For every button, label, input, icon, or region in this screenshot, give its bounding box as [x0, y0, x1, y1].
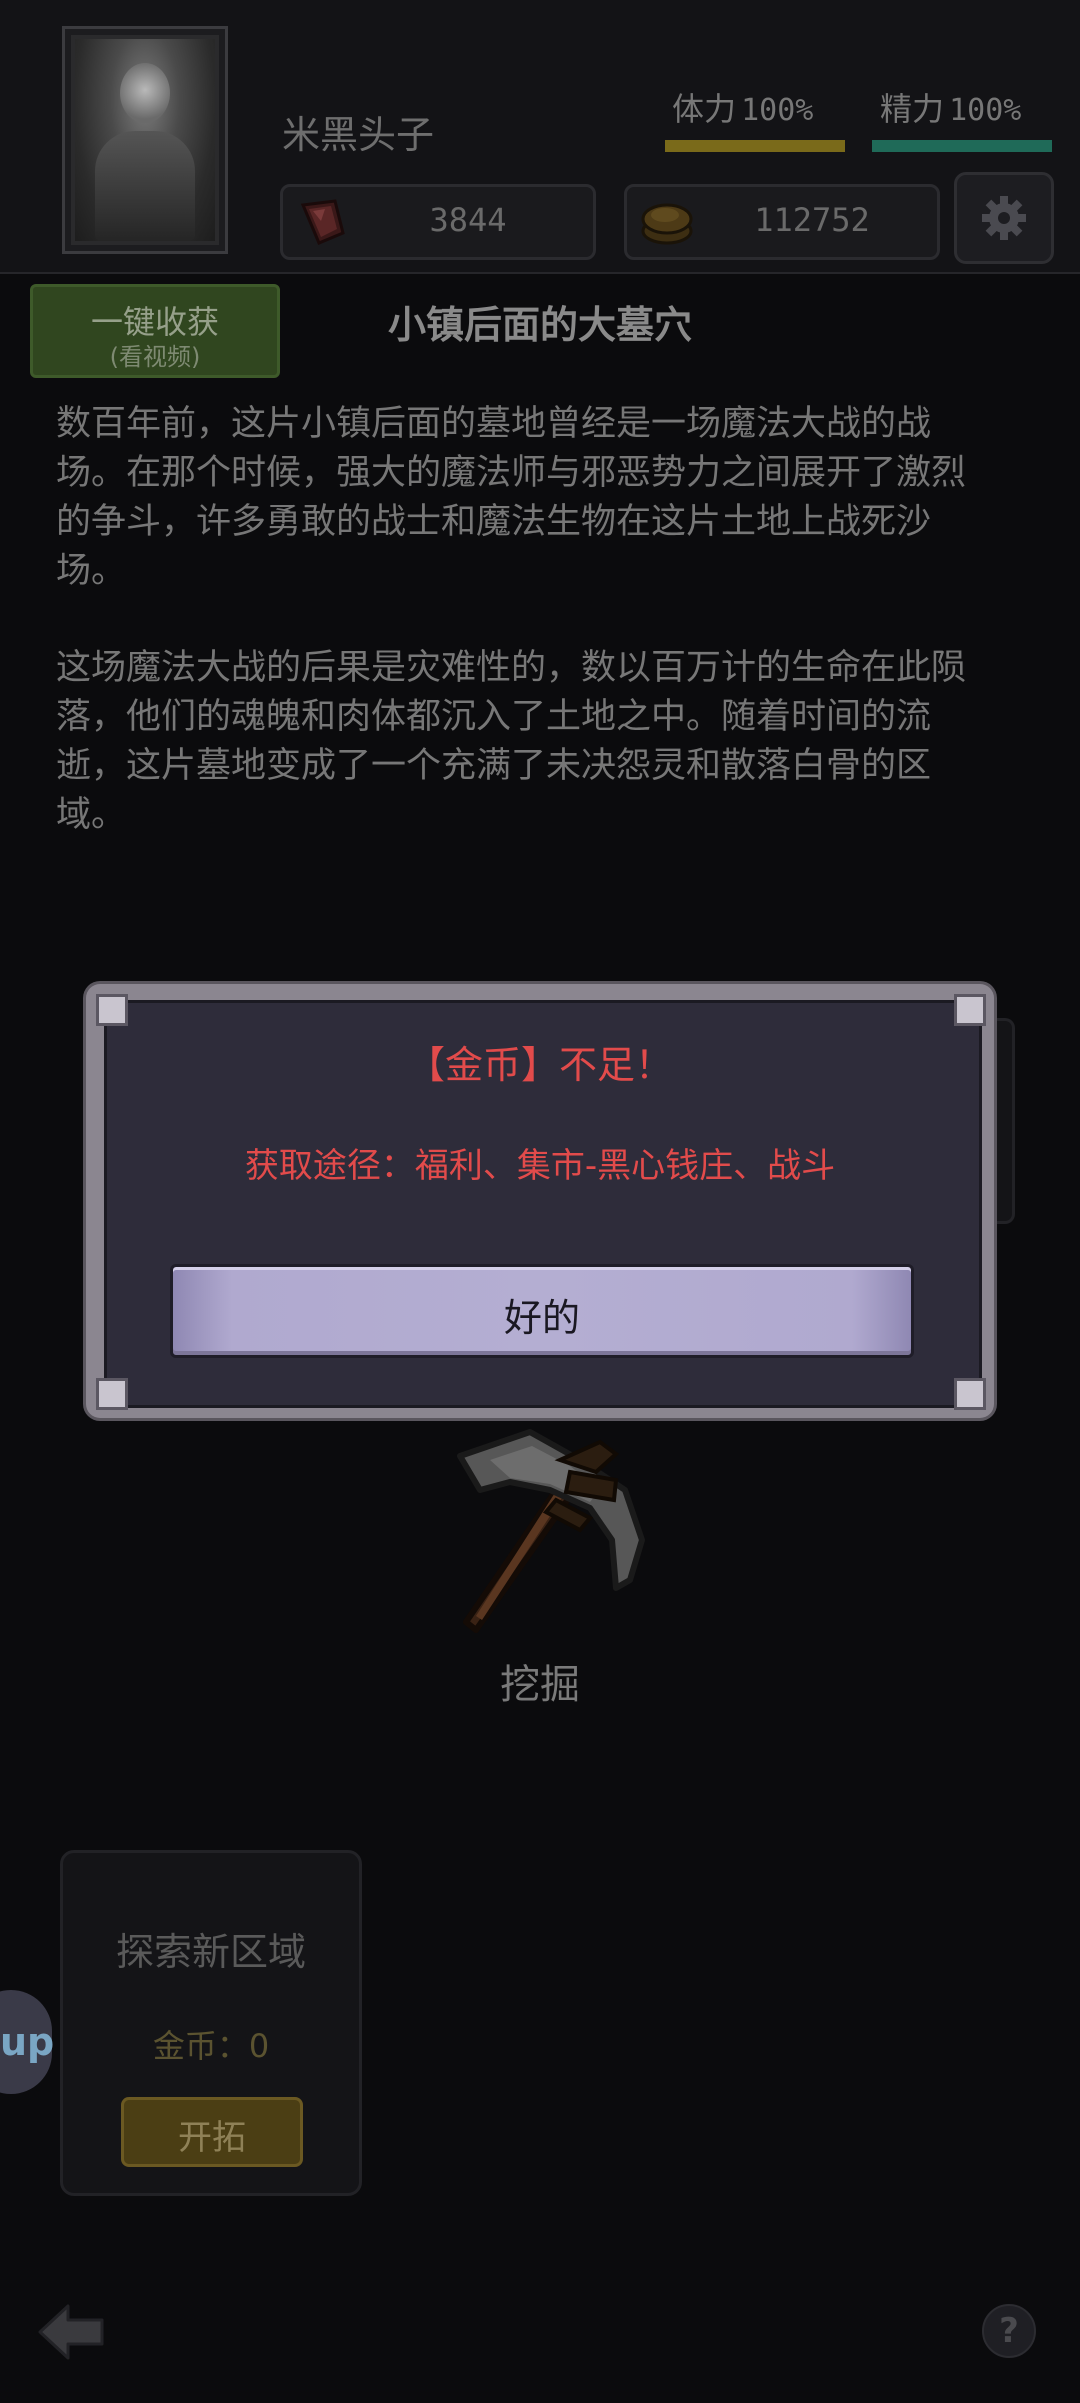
- gear-icon: [982, 196, 1026, 240]
- dialog-title: 【金币】不足！: [406, 1043, 673, 1087]
- stamina-label: 体力 100%: [672, 90, 814, 128]
- player-name: 米黑头子: [282, 113, 435, 157]
- dialog-description: 获取途径：福利、集市-黑心钱庄、战斗: [244, 1146, 836, 1186]
- settings-button[interactable]: [954, 172, 1054, 264]
- gold-counter[interactable]: 112752: [624, 184, 940, 260]
- area-title: 小镇后面的大墓穴: [387, 303, 692, 347]
- avatar-portrait: [75, 39, 215, 241]
- dialog-corner-tl: [96, 994, 128, 1026]
- side-tab-button[interactable]: up: [0, 1990, 54, 2094]
- energy-bar: [872, 140, 1052, 152]
- area-description-1: 数百年前，这片小镇后面的墓地曾经是一场魔法大战的战场。在那个时候，强大的魔法师与…: [56, 404, 967, 591]
- help-button[interactable]: ?: [982, 2304, 1036, 2358]
- ok-button[interactable]: 好的: [170, 1264, 914, 1358]
- explore-cost: 金币：0: [152, 2027, 270, 2065]
- top-bar: 米黑头子 体力 100% 精力 100% 3844 112752: [0, 0, 1080, 274]
- back-arrow-icon[interactable]: [38, 2302, 108, 2362]
- explore-button[interactable]: 开拓: [121, 2097, 303, 2167]
- energy-label: 精力 100%: [880, 90, 1022, 128]
- dig-label: 挖掘: [500, 1662, 580, 1708]
- explore-new-area-card: 探索新区域 金币：0 开拓: [60, 1850, 362, 2196]
- card-edge: [994, 1018, 1015, 1224]
- pickaxe-icon[interactable]: [420, 1420, 660, 1650]
- gold-count: 112752: [754, 201, 870, 239]
- stamina-bar: [665, 140, 845, 152]
- area-description-2: 这场魔法大战的后果是灾难性的，数以百万计的生命在此陨落，他们的魂魄和肉体都沉入了…: [56, 648, 967, 835]
- player-avatar[interactable]: [62, 26, 228, 254]
- dialog-corner-br: [954, 1378, 986, 1410]
- gem-count: 3844: [429, 201, 507, 239]
- dialog-corner-bl: [96, 1378, 128, 1410]
- explore-title: 探索新区域: [115, 1930, 306, 1974]
- help-icon: ?: [999, 2311, 1019, 2351]
- gem-counter[interactable]: 3844: [280, 184, 596, 260]
- dialog-corner-tr: [954, 994, 986, 1026]
